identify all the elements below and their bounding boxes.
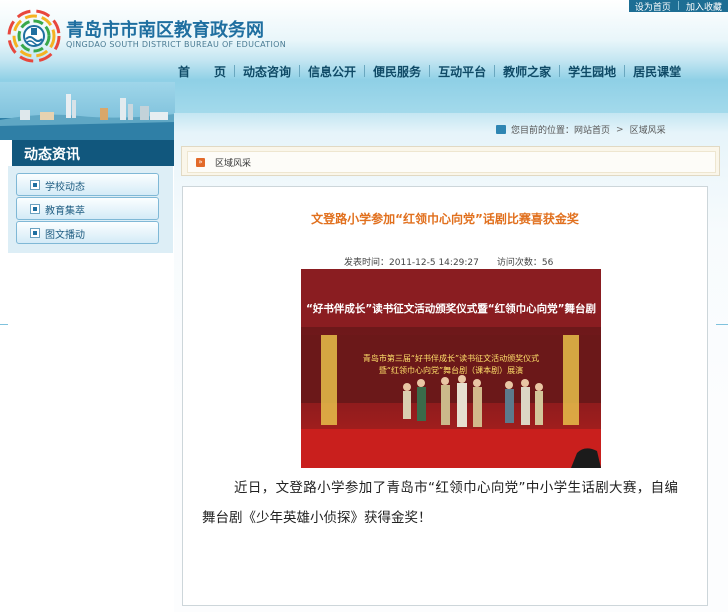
site-subtitle: QINGDAO SOUTH DISTRICT BUREAU OF EDUCATI… bbox=[66, 40, 287, 49]
photo-banner-text: “好书伴成长”读书征文活动颁奖仪式暨“红领巾心向党”舞台剧 bbox=[306, 302, 596, 315]
bullet-icon bbox=[30, 228, 40, 238]
breadcrumb-home-link[interactable]: 网站首页 bbox=[574, 123, 610, 136]
photo-backdrop-line-1: 青岛市第三届“好书伴成长”读书征文活动颁奖仪式 bbox=[363, 353, 539, 363]
nav-divider bbox=[299, 65, 301, 77]
view-count-label: 访问次数： bbox=[496, 258, 542, 268]
sidebar-title: 动态资讯 bbox=[24, 147, 80, 163]
main-nav: 首 页 动态咨询 信息公开 便民服务 互动平台 教师之家 学生园地 居民课堂 bbox=[178, 62, 681, 80]
bullet-icon bbox=[30, 180, 40, 190]
nav-divider bbox=[559, 65, 561, 77]
nav-divider bbox=[624, 65, 626, 77]
sidebar-item-label: 学校动态 bbox=[45, 182, 85, 193]
nav-divider bbox=[494, 65, 496, 77]
article-title: 文登路小学参加“红领巾心向党”话剧比赛喜获金奖 bbox=[311, 212, 579, 226]
section-title: 区域风采 bbox=[215, 159, 252, 169]
site-title: 青岛市市南区教育政务网 bbox=[66, 20, 264, 41]
nav-divider bbox=[429, 65, 431, 77]
sidebar-item-school-news[interactable]: 学校动态 bbox=[16, 173, 159, 196]
sidebar-title-bar: 动态资讯 bbox=[12, 140, 174, 166]
nav-item-residents[interactable]: 居民课堂 bbox=[633, 63, 681, 80]
top-links-separator: | bbox=[676, 1, 680, 11]
home-icon bbox=[496, 125, 506, 134]
breadcrumb-separator: > bbox=[616, 124, 624, 135]
view-count: 56 bbox=[541, 258, 554, 268]
nav-item-home[interactable]: 首 页 bbox=[178, 63, 226, 80]
double-arrow-icon: » bbox=[196, 158, 205, 167]
right-edge-divider bbox=[716, 324, 728, 325]
photo-backdrop-line-2: 暨“红领巾心向党”舞台剧（课本剧）展演 bbox=[379, 365, 523, 375]
article-body: 近日，文登路小学参加了青岛市“红领巾心向党”中小学生话剧大赛，自编舞台剧《少年英… bbox=[202, 480, 678, 526]
nav-item-students[interactable]: 学生园地 bbox=[568, 63, 616, 80]
section-header-inner: » 区域风采 bbox=[187, 151, 716, 173]
nav-divider bbox=[364, 65, 366, 77]
nav-item-services[interactable]: 便民服务 bbox=[373, 63, 421, 80]
publish-time-label: 发表时间： bbox=[344, 258, 390, 268]
publish-time: 2011-12-5 14:29:27 bbox=[389, 258, 479, 268]
nav-item-interaction[interactable]: 互动平台 bbox=[438, 63, 486, 80]
nav-item-public-info[interactable]: 信息公开 bbox=[308, 63, 356, 80]
bureau-logo-icon[interactable] bbox=[6, 8, 62, 64]
sidebar-item-label: 图文播动 bbox=[45, 230, 85, 241]
article-meta: 发表时间：2011-12-5 14:29:27 访问次数：56 bbox=[344, 255, 553, 268]
set-home-link[interactable]: 设为首页 bbox=[635, 0, 671, 13]
breadcrumb-current: 区域风采 bbox=[629, 126, 666, 136]
breadcrumb: 您目前的位置： 网站首页 > 区域风采 bbox=[496, 123, 666, 136]
add-favorite-link[interactable]: 加入收藏 bbox=[686, 0, 722, 13]
section-header: » 区域风采 bbox=[181, 146, 720, 176]
top-links: 设为首页 | 加入收藏 bbox=[628, 0, 728, 13]
nav-divider bbox=[234, 65, 236, 77]
city-skyline-image bbox=[0, 82, 175, 140]
left-edge-divider bbox=[0, 324, 8, 325]
nav-item-teachers[interactable]: 教师之家 bbox=[503, 63, 551, 80]
breadcrumb-prefix: 您目前的位置： bbox=[511, 126, 575, 136]
nav-item-news[interactable]: 动态咨询 bbox=[243, 63, 291, 80]
article-photo: “好书伴成长”读书征文活动颁奖仪式暨“红领巾心向党”舞台剧 青岛市第三届“好书伴… bbox=[301, 269, 601, 468]
